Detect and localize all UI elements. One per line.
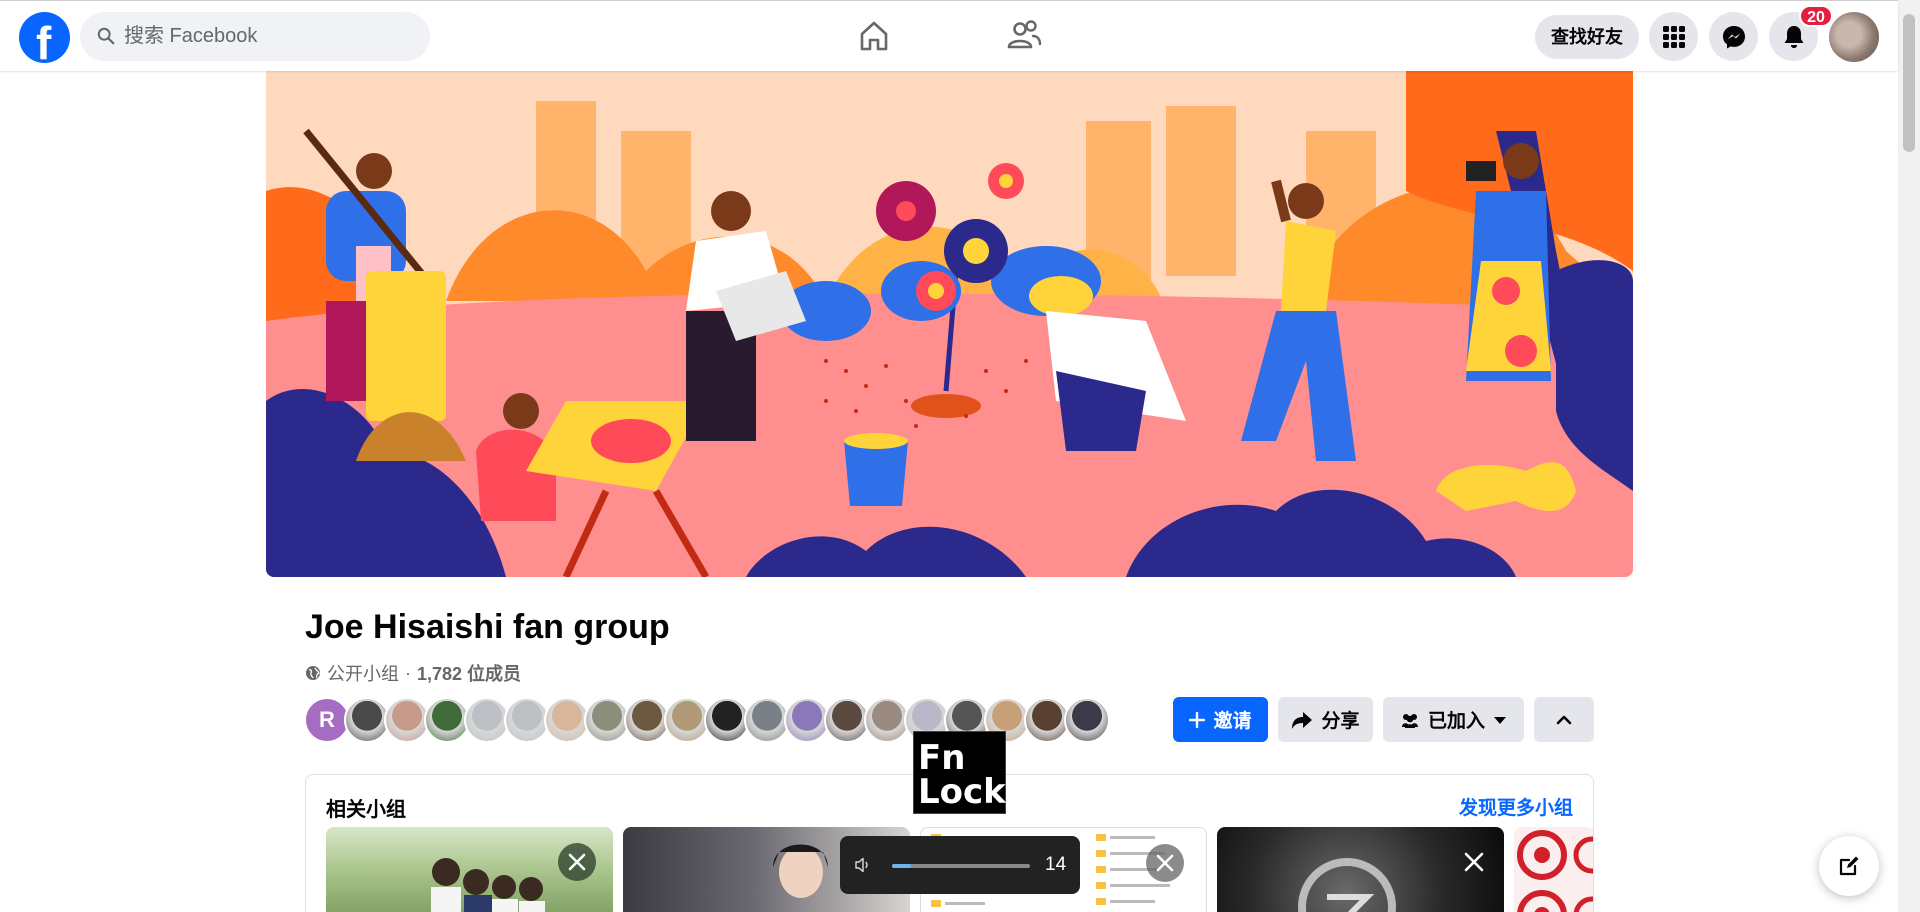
find-friends-button[interactable]: 查找好友 xyxy=(1535,15,1639,59)
volume-value: 14 xyxy=(1045,854,1067,875)
menu-button[interactable] xyxy=(1649,12,1698,61)
group-meta: 公开小组 · 1,782 位成员 xyxy=(305,660,521,686)
member-avatar[interactable] xyxy=(1064,697,1110,743)
page-scrollbar[interactable] xyxy=(1898,0,1920,912)
invite-label: 邀请 xyxy=(1213,711,1252,732)
privacy-label[interactable]: 公开小组 xyxy=(327,660,399,686)
fn-lock-line1: Fn xyxy=(918,738,966,778)
top-navigation-bar: f 查找好友 20 xyxy=(0,0,1898,71)
share-arrow-icon xyxy=(1292,711,1313,729)
dismiss-card-button[interactable] xyxy=(558,843,596,881)
caret-down-icon xyxy=(1494,716,1506,724)
globe-icon xyxy=(306,666,320,680)
related-groups-title: 相关小组 xyxy=(326,799,406,821)
chevron-up-icon xyxy=(1556,715,1572,724)
new-message-button[interactable] xyxy=(1819,836,1879,896)
cover-illustration xyxy=(266,71,1633,577)
scrollbar-thumb[interactable] xyxy=(1903,14,1915,152)
messenger-icon xyxy=(1722,25,1745,48)
close-icon xyxy=(1464,852,1484,872)
compose-icon xyxy=(1839,856,1859,876)
grid-menu-icon xyxy=(1662,25,1685,48)
close-icon xyxy=(568,853,586,871)
friends-icon[interactable] xyxy=(1005,17,1043,55)
volume-slider-fill xyxy=(892,864,912,868)
volume-osd: 14 xyxy=(840,836,1080,894)
plus-icon xyxy=(1189,711,1206,728)
volume-slider[interactable] xyxy=(892,864,1030,868)
group-card-photo xyxy=(1517,830,1593,912)
joined-label: 已加入 xyxy=(1427,711,1485,732)
dismiss-card-button[interactable] xyxy=(1455,843,1493,881)
search-input[interactable] xyxy=(124,12,414,61)
collapse-button[interactable] xyxy=(1534,697,1594,742)
group-members-icon xyxy=(1401,713,1418,728)
facebook-logo[interactable]: f xyxy=(19,12,70,69)
search-box[interactable] xyxy=(80,12,430,61)
related-group-card[interactable] xyxy=(1514,827,1593,912)
fn-lock-osd: Fn Lock xyxy=(913,731,1006,814)
joined-button[interactable]: 已加入 xyxy=(1383,697,1524,742)
share-label: 分享 xyxy=(1321,711,1360,732)
group-cover-photo[interactable] xyxy=(266,71,1633,577)
dismiss-card-button[interactable] xyxy=(1146,844,1184,882)
messenger-button[interactable] xyxy=(1709,12,1758,61)
meta-separator: · xyxy=(405,662,411,683)
group-name[interactable]: Joe Hisaishi fan group xyxy=(305,608,670,647)
search-icon xyxy=(97,27,115,45)
home-icon[interactable] xyxy=(855,17,893,55)
discover-more-groups-link[interactable]: 发现更多小组 xyxy=(1459,793,1573,820)
share-button[interactable]: 分享 xyxy=(1278,697,1373,742)
fn-lock-line2: Lock xyxy=(918,772,1006,812)
related-group-card[interactable] xyxy=(1217,827,1504,912)
profile-avatar[interactable] xyxy=(1829,12,1879,62)
speaker-icon xyxy=(855,857,868,873)
facebook-f-icon: f xyxy=(36,17,52,69)
member-count[interactable]: 1,782 位成员 xyxy=(417,660,521,686)
invite-button[interactable]: 邀请 xyxy=(1173,697,1268,742)
bell-icon xyxy=(1784,25,1803,48)
notification-count-badge: 20 xyxy=(1799,5,1833,27)
close-icon xyxy=(1156,854,1174,872)
related-group-card[interactable] xyxy=(326,827,613,912)
